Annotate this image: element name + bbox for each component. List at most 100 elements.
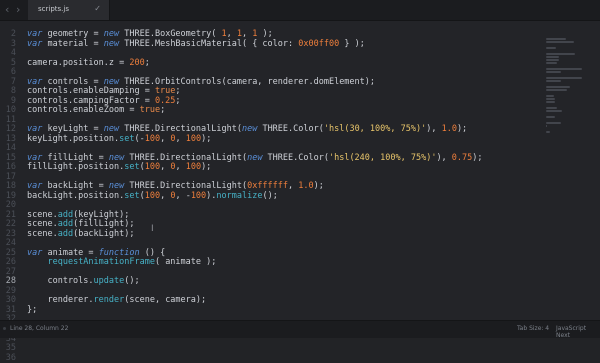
code-token: var <box>27 181 43 192</box>
minimap-line <box>546 68 582 70</box>
code-token: set <box>124 190 140 201</box>
code-token: set <box>124 162 140 173</box>
minimap-line <box>546 95 555 97</box>
minimap-line <box>546 41 574 43</box>
minimap-line <box>546 80 562 82</box>
code-token: , <box>226 29 237 39</box>
back-arrow-icon[interactable]: ‹ <box>5 3 9 17</box>
minimap-line <box>546 89 567 91</box>
minimap-line <box>546 38 567 40</box>
code-line[interactable]: renderer.render(scene, camera); <box>27 296 483 306</box>
code-token: 100 <box>144 190 161 201</box>
code-token: var <box>27 76 43 87</box>
code-token: fillLight = <box>42 152 109 163</box>
code-line[interactable]: }; <box>27 304 483 316</box>
code-token: true <box>154 86 176 97</box>
code-token: new <box>103 76 120 87</box>
code-token: THREE.DirectionalLight( <box>124 152 248 163</box>
code-token: controls = <box>42 76 104 87</box>
code-token: ); <box>201 162 212 173</box>
code-token: 100 <box>185 133 202 144</box>
code-line[interactable]: fillLight.position.set(100, 0, 100); <box>27 162 483 173</box>
tab-scripts-js[interactable]: scripts.js ✓ <box>28 0 110 20</box>
minimap-line <box>546 53 575 55</box>
minimap-line <box>546 77 582 79</box>
code-token: (fillLight); <box>73 219 135 230</box>
code-token: ; <box>175 95 181 106</box>
code-line[interactable]: controls.enableZoom = true; <box>27 105 483 116</box>
code-line[interactable]: scene.add(backLight); <box>27 228 483 240</box>
code-token: (); <box>262 190 278 201</box>
code-token: controls. <box>27 276 94 287</box>
code-token: new <box>103 29 120 39</box>
code-token: , <box>175 133 186 144</box>
code-token: THREE.Color( <box>262 152 329 163</box>
code-token: var <box>27 29 43 39</box>
code-line[interactable]: camera.position.z = 200; <box>27 57 483 69</box>
code-token: update <box>93 276 125 287</box>
minimap-line <box>546 56 559 58</box>
code-token: function <box>98 247 140 258</box>
minimap-line <box>546 107 558 109</box>
code-token: var <box>27 247 43 258</box>
minimap[interactable] <box>546 38 582 133</box>
code-token: THREE.DirectionalLight( <box>124 181 248 192</box>
minimap-line <box>546 71 562 73</box>
code-token: controls.enableZoom = <box>27 105 140 116</box>
code-token: true <box>139 105 161 116</box>
code-token: 1.0 <box>298 181 314 192</box>
code-line[interactable]: var material = new THREE.MeshBasicMateri… <box>27 38 483 50</box>
minimap-line <box>546 47 557 49</box>
code-token: scene. <box>27 219 58 230</box>
code-token: (- <box>134 133 145 144</box>
minimap-line <box>546 125 547 127</box>
code-token: ; <box>144 57 150 68</box>
code-line[interactable]: keyLight.position.set(-100, 0, 100); <box>27 133 483 145</box>
code-token: controls.enableDamping = <box>27 86 155 97</box>
code-token: 'hsl(240, 100%, 75%)' <box>328 152 437 163</box>
code-token: , - <box>175 190 191 201</box>
status-bar: Line 28, Column 22 Tab Size: 4 JavaScrip… <box>0 320 600 339</box>
cursor-position: Line 28, Column 22 <box>10 325 69 332</box>
code-token: }; <box>27 304 38 315</box>
minimap-line <box>546 122 561 124</box>
code-area[interactable]: var geometry = new THREE.BoxGeometry( 1,… <box>27 29 483 335</box>
code-token: (); <box>124 276 140 287</box>
ibeam-cursor-icon: I <box>151 224 154 234</box>
code-token: ); <box>472 152 483 163</box>
code-token: THREE.BoxGeometry( <box>119 29 222 39</box>
code-token: new <box>247 152 263 163</box>
minimap-line <box>546 98 555 100</box>
code-line[interactable]: requestAnimationFrame( animate ); <box>27 258 483 268</box>
code-token: ); <box>313 181 324 192</box>
code-token: add <box>57 228 74 239</box>
code-token: backLight.position. <box>27 190 125 201</box>
minimap-line <box>546 131 551 133</box>
tab-size-selector[interactable]: Tab Size: 4 <box>517 325 549 332</box>
code-token: , <box>160 190 171 201</box>
code-token: 100 <box>190 190 207 201</box>
code-token: 1.0 <box>441 124 457 135</box>
code-token: scene. <box>27 209 58 220</box>
code-line[interactable]: backLight.position.set(100, 0, -100).nor… <box>27 190 483 202</box>
code-token: 100 <box>144 133 161 144</box>
code-token: render <box>93 295 125 306</box>
forward-arrow-icon[interactable]: › <box>16 3 20 17</box>
code-token: var <box>27 38 43 49</box>
code-token: ), <box>436 152 452 163</box>
code-token: 0x00ff00 <box>298 38 340 49</box>
line-number: 36 <box>5 352 16 363</box>
code-token: THREE.Color( <box>257 124 324 135</box>
code-editor[interactable]: 2 3 4 5 6 7 8 9 10 11 12 13 14 15 16 17 18 19 20 21 22 23 24 25… <box>0 21 600 362</box>
code-token: , <box>160 162 171 173</box>
code-token: ); <box>257 29 273 39</box>
code-token: material = <box>42 38 104 49</box>
code-token: ; <box>175 86 181 97</box>
code-line[interactable]: controls.update(); <box>27 277 483 287</box>
editor-window: ‹ › scripts.js ✓ 2 3 4 5 6 7 8 9 10 11 12 13 14 15 16 1… <box>0 0 600 362</box>
code-token: fillLight.position. <box>27 162 125 173</box>
code-token: , <box>242 29 253 39</box>
check-icon[interactable]: ✓ <box>94 4 101 13</box>
code-token: add <box>57 219 74 230</box>
